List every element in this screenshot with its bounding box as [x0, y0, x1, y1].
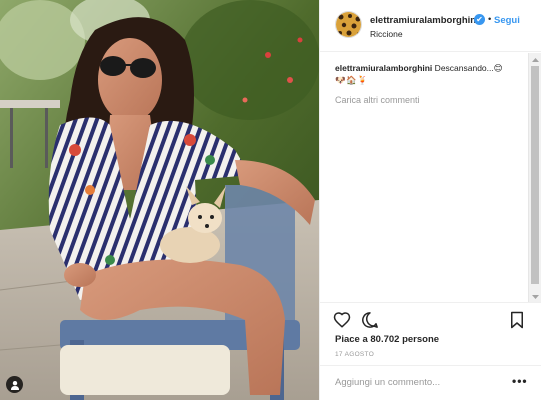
likes-count[interactable]: Piace a 80.702 persone [335, 334, 439, 345]
caption-emojis: 🐶🏠🍹 [335, 75, 369, 85]
heart-outline-icon[interactable] [333, 311, 351, 329]
scrollbar-thumb[interactable] [531, 66, 539, 284]
scroll-down-arrow-icon[interactable] [529, 290, 541, 302]
user-tag-icon[interactable] [6, 376, 23, 393]
post-photo[interactable] [0, 0, 319, 400]
more-options-icon[interactable]: ••• [512, 374, 528, 388]
caption: elettramiuralamborghini Descansando...😊 [335, 62, 530, 74]
add-comment-bar: ••• [320, 365, 541, 400]
location-link[interactable]: Riccione [370, 29, 403, 39]
username-link[interactable]: elettramiuralamborghini [370, 15, 479, 26]
load-more-comments-button[interactable]: Carica altri commenti [335, 95, 530, 105]
post-sidebar: elettramiuralamborghini ✔ • Segui Riccio… [319, 0, 541, 400]
caption-username[interactable]: elettramiuralamborghini [335, 63, 432, 73]
post-header: elettramiuralamborghini ✔ • Segui Riccio… [320, 0, 541, 52]
comment-bubble-icon[interactable] [361, 311, 379, 329]
separator-dot: • [488, 14, 492, 25]
scroll-up-arrow-icon[interactable] [529, 53, 541, 65]
post-date[interactable]: 17 AGOSTO [335, 351, 374, 358]
bookmark-icon[interactable] [509, 311, 525, 329]
comments-scrollbar[interactable] [528, 53, 541, 302]
comment-input[interactable] [335, 377, 505, 388]
caption-text: Descansando...😊 [432, 63, 503, 73]
comments-section: elettramiuralamborghini Descansando...😊 … [320, 53, 530, 302]
verified-check-icon: ✔ [474, 14, 485, 25]
post-actions: Piace a 80.702 persone 17 AGOSTO ••• [320, 302, 541, 400]
avatar[interactable] [335, 11, 362, 38]
follow-button[interactable]: Segui [494, 15, 520, 26]
